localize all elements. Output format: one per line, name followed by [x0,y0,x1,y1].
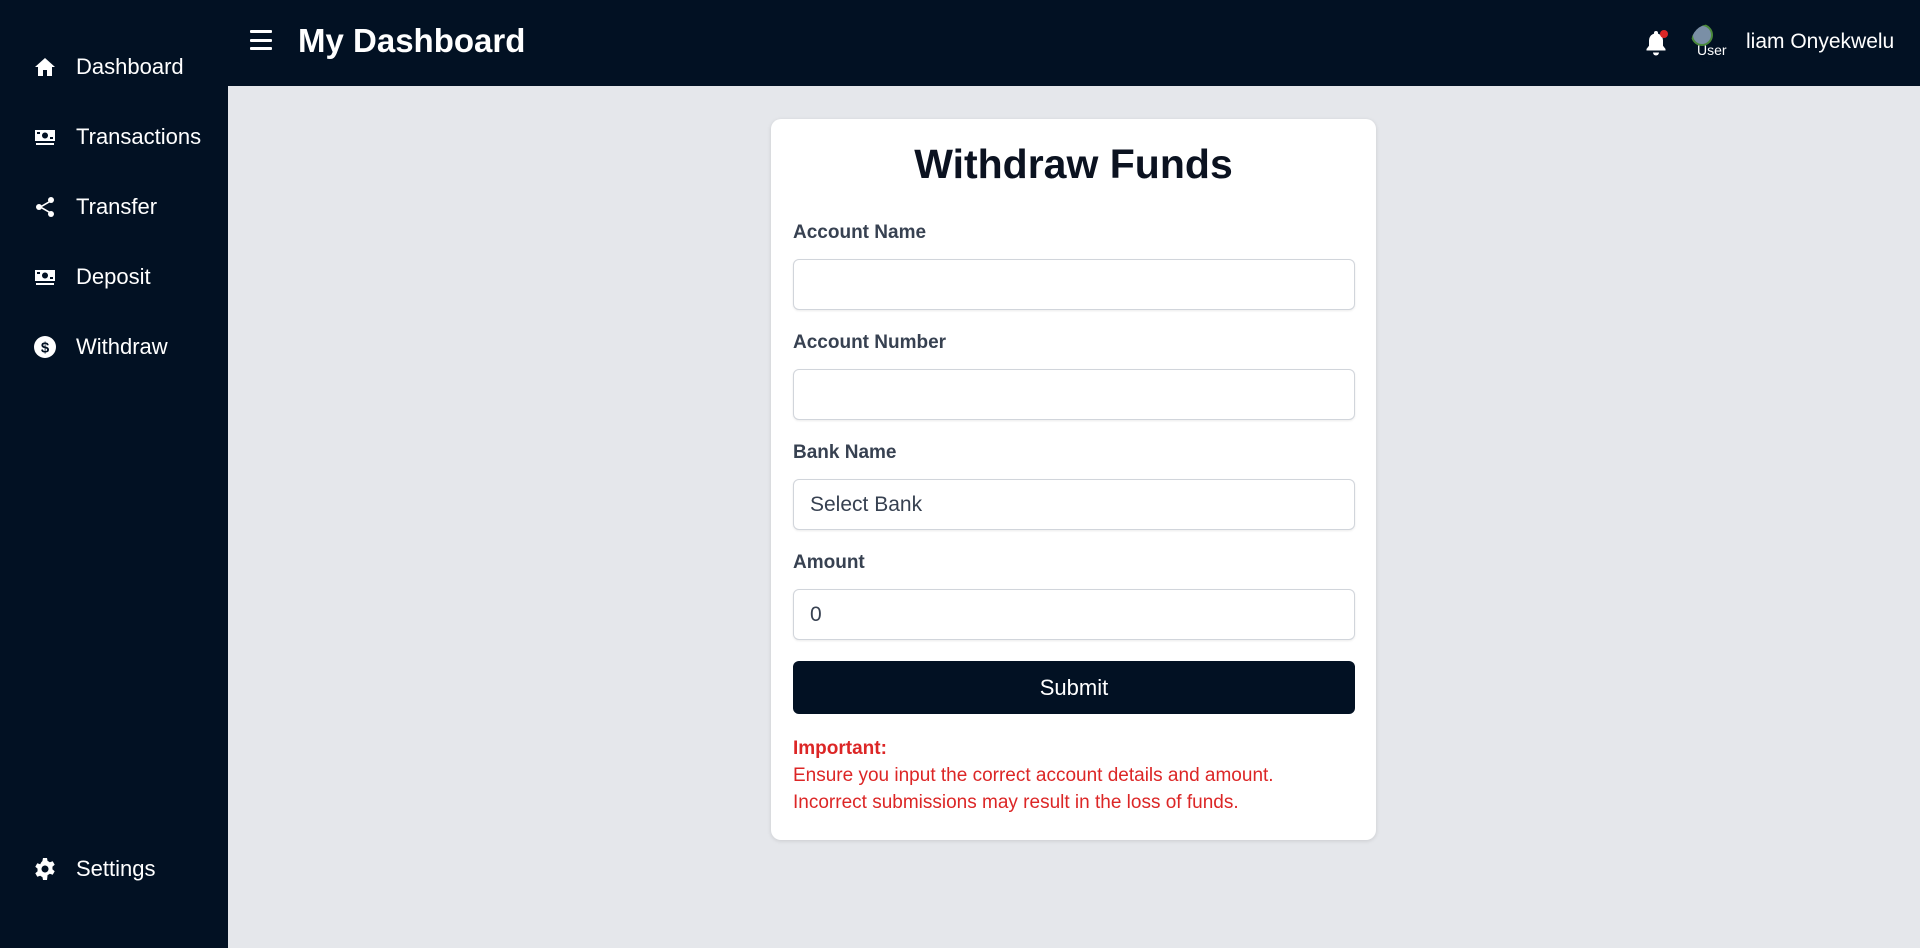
avatar[interactable]: User [1691,24,1729,62]
notification-dot [1660,30,1668,38]
notice-title: Important: [793,738,887,759]
amount-field[interactable] [793,589,1355,640]
notification-bell-icon[interactable] [1642,28,1670,58]
sidebar-item-settings[interactable]: Settings [0,841,228,897]
withdraw-form-card: Withdraw Funds Account Name Account Numb… [771,119,1376,840]
share-icon [32,194,58,220]
form-title: Withdraw Funds [914,141,1233,187]
submit-button[interactable]: Submit [793,661,1355,714]
top-bar: My Dashboard User liam Onyekwelu [228,0,1920,86]
sidebar-item-transactions[interactable]: Transactions [0,109,228,165]
sidebar: Dashboard Transactions Transfer Deposit … [0,0,228,948]
sidebar-item-withdraw[interactable]: $ Withdraw [0,319,228,375]
avatar-alt-text: User [1697,42,1727,58]
sidebar-item-deposit[interactable]: Deposit [0,249,228,305]
user-name[interactable]: liam Onyekwelu [1746,30,1894,54]
sidebar-item-label: Transactions [76,124,202,149]
sidebar-item-label: Transfer [76,194,158,219]
bank-name-selected: Select Bank [810,492,923,516]
money-bill-icon [32,264,58,290]
dollar-circle-icon: $ [32,334,58,360]
money-bill-icon [32,124,58,150]
sidebar-item-label: Dashboard [76,54,184,79]
hamburger-menu-icon[interactable] [250,30,272,50]
sidebar-item-label: Deposit [76,264,151,289]
bank-name-label: Bank Name [793,442,897,463]
sidebar-item-transfer[interactable]: Transfer [0,179,228,235]
amount-label: Amount [793,552,865,573]
account-number-label: Account Number [793,332,947,353]
sidebar-item-dashboard[interactable]: Dashboard [0,39,228,95]
page-title: My Dashboard [298,22,526,59]
account-number-field[interactable] [793,369,1355,420]
sidebar-item-label: Withdraw [76,334,168,359]
gear-icon [32,856,58,882]
notice-line-2: Incorrect submissions may result in the … [793,792,1239,813]
account-name-field[interactable] [793,259,1355,310]
bank-name-select[interactable]: Select Bank [793,479,1355,530]
svg-text:$: $ [41,340,50,357]
notice-line-1: Ensure you input the correct account det… [793,765,1274,786]
sidebar-item-label: Settings [76,856,156,881]
home-icon [32,54,58,80]
account-name-label: Account Name [793,222,927,243]
